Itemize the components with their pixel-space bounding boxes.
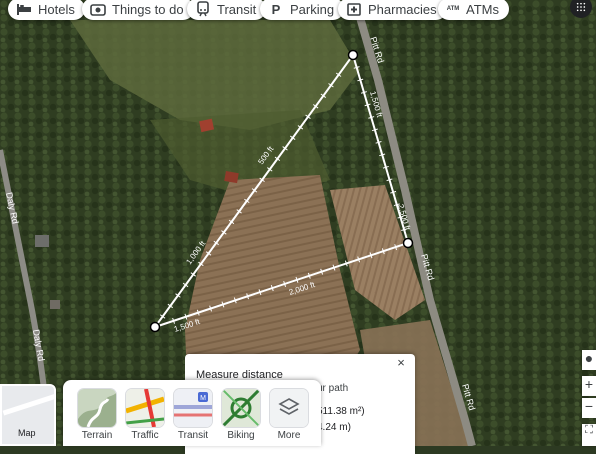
measure-area: 511.38 m²) (317, 406, 365, 417)
chip-label: Hotels (38, 1, 75, 17)
zoom-out-button[interactable]: − (582, 398, 596, 418)
chip-label: Pharmacies (368, 1, 437, 17)
street-view-icon[interactable]: ● (582, 350, 596, 370)
map-type-label: Map (18, 428, 36, 438)
atm-icon: ATM (446, 6, 460, 12)
apps-grid-icon[interactable] (570, 0, 592, 18)
layer-label: Biking (227, 430, 255, 441)
map-thumbnail-road (2, 393, 54, 416)
chip-label: Things to do (112, 1, 184, 17)
chip-hotels[interactable]: Hotels (8, 0, 85, 20)
chip-label: ATMs (466, 1, 499, 17)
layer-terrain[interactable]: Terrain (75, 389, 119, 441)
close-icon[interactable]: × (393, 355, 409, 371)
category-chips: Hotels Things to do Transit P Parking Ph… (0, 0, 596, 22)
measure-total-distance: 4.24 m) (317, 422, 351, 433)
chip-transit[interactable]: Transit (187, 0, 267, 20)
house (50, 300, 60, 309)
terrain-icon (78, 389, 116, 427)
layer-more[interactable]: More (267, 389, 311, 441)
pharmacy-icon (346, 1, 362, 17)
parking-icon: P (271, 1, 281, 17)
layers-icon (270, 389, 308, 427)
svg-text:M: M (200, 395, 206, 402)
chip-things-to-do[interactable]: Things to do (82, 0, 194, 20)
house (35, 235, 49, 247)
layer-label: Transit (177, 430, 209, 441)
map-type-toggle[interactable]: Map (0, 384, 56, 446)
chip-parking[interactable]: P Parking (260, 0, 345, 20)
layer-biking[interactable]: Biking (219, 389, 263, 441)
biking-icon (222, 389, 260, 427)
layers-bar: Terrain Traffic M Transit Biking More (63, 380, 321, 446)
chip-atms[interactable]: ATM ATMs (438, 0, 509, 20)
measure-point[interactable] (149, 321, 161, 333)
transit-icon: M (174, 389, 212, 427)
chip-label: Parking (290, 1, 335, 17)
layer-traffic[interactable]: Traffic (123, 389, 167, 441)
chip-pharmacies[interactable]: Pharmacies (338, 0, 447, 20)
camera-icon (90, 1, 106, 17)
zoom-in-button[interactable]: + (582, 376, 596, 396)
measure-point[interactable] (402, 237, 414, 249)
layer-label: Traffic (131, 430, 159, 441)
fullscreen-icon[interactable]: ⛶ (582, 424, 596, 446)
traffic-icon (126, 389, 164, 427)
layer-label: More (277, 430, 301, 441)
train-icon (195, 1, 211, 17)
measure-hint: ur path (317, 383, 349, 394)
measure-point[interactable] (347, 49, 359, 61)
layer-label: Terrain (81, 430, 113, 441)
chip-label: Transit (217, 1, 257, 17)
layer-transit[interactable]: M Transit (171, 389, 215, 441)
bed-icon (16, 1, 32, 17)
